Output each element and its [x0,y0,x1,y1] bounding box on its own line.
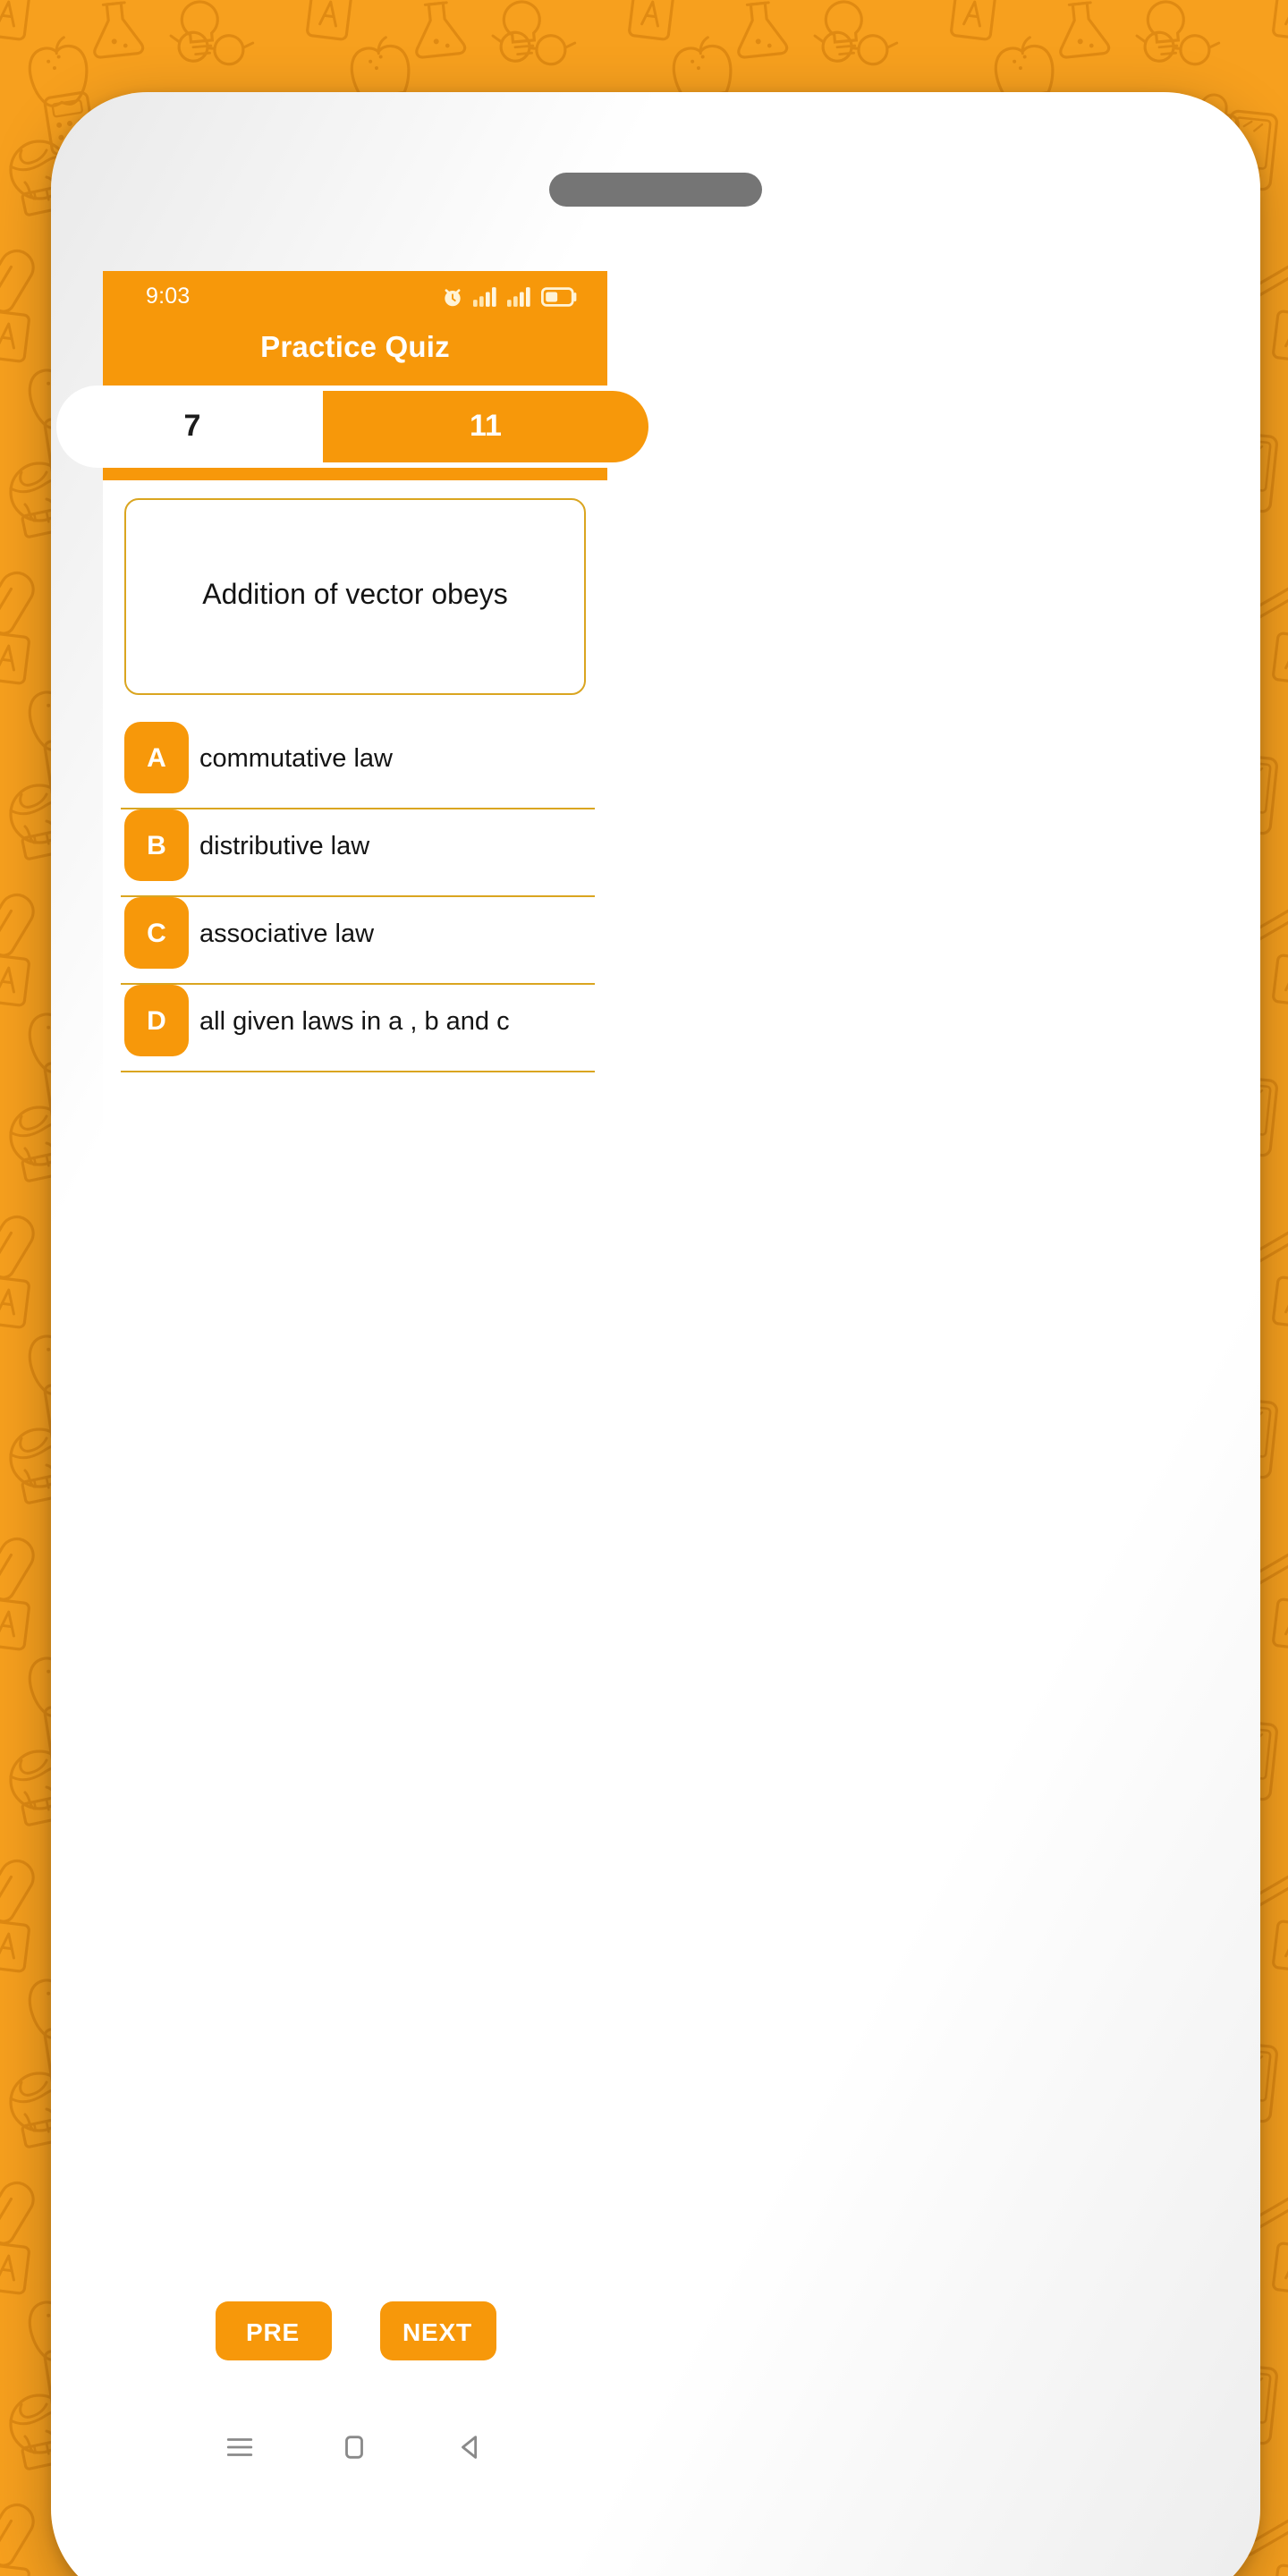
score-total: 11 [323,391,648,462]
menu-icon[interactable] [225,2431,255,2462]
option-label-a: commutative law [199,745,393,774]
options-list: A commutative law B distributive law C a… [103,722,607,1072]
status-bar-icons [441,284,577,308]
option-label-c: associative law [199,920,375,949]
app-screen: 9:03 Practice Quiz 7 11 Addition of vect… [56,271,654,2486]
signal-bars-icon [507,286,530,306]
score-pill: 7 11 [56,386,654,468]
option-badge-b: B [124,809,189,881]
phone-frame: 9:03 Practice Quiz 7 11 Addition of vect… [51,92,1260,2576]
option-row-a[interactable]: A commutative law [121,722,595,809]
option-label-d: all given laws in a , b and c [199,1008,510,1037]
app-header: 9:03 Practice Quiz 7 11 [56,271,654,480]
alarm-clock-icon [445,288,461,306]
option-row-b[interactable]: B distributive law [121,809,595,897]
home-square-icon[interactable] [340,2431,370,2462]
back-triangle-icon[interactable] [455,2431,486,2462]
option-badge-a: A [124,722,189,793]
score-correct: 7 [62,391,323,462]
previous-button[interactable]: PRE [215,2301,331,2360]
question-card: Addition of vector obeys [124,498,586,695]
question-text: Addition of vector obeys [202,580,508,611]
android-system-nav [103,2407,607,2486]
quiz-navigation-buttons: PRE NEXT [103,2301,607,2407]
option-badge-c: C [124,897,189,969]
option-label-b: distributive law [199,833,370,861]
option-row-c[interactable]: C associative law [121,897,595,985]
battery-icon [541,286,577,306]
page-title: Practice Quiz [260,332,450,364]
status-bar: 9:03 [103,271,607,321]
next-button[interactable]: NEXT [379,2301,496,2360]
status-bar-time: 9:03 [146,284,191,309]
signal-bars-icon [473,286,496,306]
option-badge-d: D [124,985,189,1056]
speaker-grille [549,173,762,207]
option-row-d[interactable]: D all given laws in a , b and c [121,985,595,1072]
